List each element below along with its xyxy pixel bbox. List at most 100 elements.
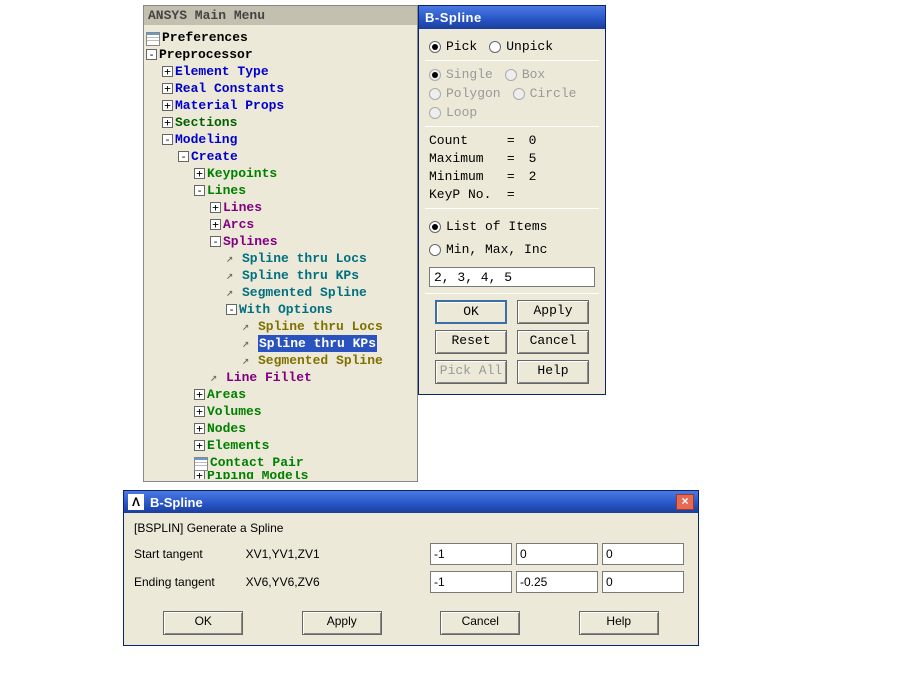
close-icon[interactable]: × bbox=[676, 494, 694, 510]
action-arrow-icon: ↗ bbox=[226, 253, 240, 265]
tree-item[interactable]: Preferences bbox=[146, 29, 415, 46]
help-button[interactable]: Help bbox=[517, 360, 589, 384]
form-command-label: [BSPLIN] Generate a Spline bbox=[134, 521, 688, 535]
tree-item[interactable]: -Preprocessor bbox=[146, 46, 415, 63]
tree-item[interactable]: +Element Type bbox=[146, 63, 415, 80]
tangent-input[interactable] bbox=[516, 571, 598, 593]
tree-item-label: Modeling bbox=[175, 131, 237, 148]
radio-dot-icon bbox=[429, 221, 441, 233]
expand-icon[interactable]: + bbox=[194, 440, 205, 451]
expand-icon[interactable]: + bbox=[162, 100, 173, 111]
stat-maximum: Maximum = 5 bbox=[429, 151, 595, 166]
stat-keypno-label: KeyP No. bbox=[429, 187, 499, 202]
bspline-pick-dialog: B-Spline Pick Unpick Single Box bbox=[418, 5, 606, 395]
form-row-vars: XV6,YV6,ZV6 bbox=[246, 575, 430, 589]
tree-item-label: Spline thru KPs bbox=[258, 335, 377, 352]
collapse-icon[interactable]: - bbox=[178, 151, 189, 162]
collapse-icon[interactable]: - bbox=[194, 185, 205, 196]
pick-buttons-row-3: Pick All Help bbox=[429, 360, 595, 384]
ok-button[interactable]: OK bbox=[435, 300, 507, 324]
tree-item-label: Preferences bbox=[162, 29, 248, 46]
tree-item[interactable]: +Sections bbox=[146, 114, 415, 131]
pick-list-input[interactable] bbox=[429, 267, 595, 287]
tree-item[interactable]: -Splines bbox=[146, 233, 415, 250]
form-row: Start tangentXV1,YV1,ZV1 bbox=[134, 543, 688, 565]
tree-item[interactable]: ↗Segmented Spline bbox=[146, 352, 415, 369]
tree-item-label: Create bbox=[191, 148, 238, 165]
collapse-icon[interactable]: - bbox=[146, 49, 157, 60]
tree-item[interactable]: +Real Constants bbox=[146, 80, 415, 97]
apply-button[interactable]: Apply bbox=[517, 300, 589, 324]
tree-item[interactable]: ↗Segmented Spline bbox=[146, 284, 415, 301]
tree-item[interactable]: Contact Pair bbox=[146, 454, 415, 471]
radio-loop-label: Loop bbox=[446, 105, 477, 120]
tangent-input[interactable] bbox=[602, 543, 684, 565]
radio-list-label: List of Items bbox=[446, 219, 547, 234]
tree-title-bar: ANSYS Main Menu bbox=[144, 6, 417, 25]
tree-item[interactable]: ↗Spline thru Locs bbox=[146, 318, 415, 335]
tree-body: Preferences-Preprocessor+Element Type+Re… bbox=[144, 25, 417, 481]
expand-icon[interactable]: + bbox=[162, 83, 173, 94]
collapse-icon[interactable]: - bbox=[226, 304, 237, 315]
expand-icon[interactable]: + bbox=[194, 471, 205, 479]
radio-dot-icon bbox=[513, 88, 525, 100]
cancel-button[interactable]: Cancel bbox=[517, 330, 589, 354]
help-button[interactable]: Help bbox=[579, 611, 659, 635]
tree-item-label: Piping Models bbox=[207, 471, 308, 479]
form-row-label: Ending tangent bbox=[134, 575, 246, 589]
expand-icon[interactable]: + bbox=[210, 202, 221, 213]
ansys-app-icon: Λ bbox=[128, 494, 144, 510]
radio-list-of-items[interactable]: List of Items bbox=[429, 219, 547, 234]
radio-circle: Circle bbox=[513, 86, 577, 101]
ok-button[interactable]: OK bbox=[163, 611, 243, 635]
tree-item[interactable]: +Arcs bbox=[146, 216, 415, 233]
tree-item[interactable]: +Areas bbox=[146, 386, 415, 403]
action-arrow-icon: ↗ bbox=[226, 287, 240, 299]
expand-icon[interactable]: + bbox=[210, 219, 221, 230]
tree-item[interactable]: +Lines bbox=[146, 199, 415, 216]
radio-min-max-inc[interactable]: Min, Max, Inc bbox=[429, 242, 547, 257]
tree-item[interactable]: ↗Line Fillet bbox=[146, 369, 415, 386]
expand-icon[interactable]: + bbox=[194, 168, 205, 179]
apply-button[interactable]: Apply bbox=[302, 611, 382, 635]
collapse-icon[interactable]: - bbox=[210, 236, 221, 247]
tree-item[interactable]: +Volumes bbox=[146, 403, 415, 420]
tree-item[interactable]: +Material Props bbox=[146, 97, 415, 114]
expand-icon[interactable]: + bbox=[194, 406, 205, 417]
tangent-input[interactable] bbox=[516, 543, 598, 565]
tree-item[interactable]: ↗Spline thru KPs bbox=[146, 267, 415, 284]
tree-item[interactable]: -With Options bbox=[146, 301, 415, 318]
radio-unpick[interactable]: Unpick bbox=[489, 39, 553, 54]
reset-button[interactable]: Reset bbox=[435, 330, 507, 354]
tree-item[interactable]: -Modeling bbox=[146, 131, 415, 148]
radio-dot-icon bbox=[429, 107, 441, 119]
tree-item[interactable]: +Elements bbox=[146, 437, 415, 454]
radio-dot-icon bbox=[429, 69, 441, 81]
radio-pick[interactable]: Pick bbox=[429, 39, 477, 54]
pick-all-button[interactable]: Pick All bbox=[435, 360, 507, 384]
tree-item[interactable]: -Create bbox=[146, 148, 415, 165]
action-arrow-icon: ↗ bbox=[242, 321, 256, 333]
action-arrow-icon: ↗ bbox=[242, 355, 256, 367]
tree-item[interactable]: +Keypoints bbox=[146, 165, 415, 182]
tangent-input[interactable] bbox=[430, 543, 512, 565]
tree-item-label: Keypoints bbox=[207, 165, 277, 182]
tangent-input[interactable] bbox=[602, 571, 684, 593]
tree-item-label: Real Constants bbox=[175, 80, 284, 97]
expand-icon[interactable]: + bbox=[194, 423, 205, 434]
collapse-icon[interactable]: - bbox=[162, 134, 173, 145]
stat-count: Count = 0 bbox=[429, 133, 595, 148]
tree-item-label: Lines bbox=[223, 199, 262, 216]
tree-item[interactable]: ↗Spline thru KPs bbox=[146, 335, 415, 352]
expand-icon[interactable]: + bbox=[162, 66, 173, 77]
tangent-input[interactable] bbox=[430, 571, 512, 593]
tree-item-label: Spline thru Locs bbox=[242, 250, 367, 267]
tree-item[interactable]: -Lines bbox=[146, 182, 415, 199]
expand-icon[interactable]: + bbox=[194, 389, 205, 400]
tree-item[interactable]: +Nodes bbox=[146, 420, 415, 437]
tree-item[interactable]: ↗Spline thru Locs bbox=[146, 250, 415, 267]
expand-icon[interactable]: + bbox=[162, 117, 173, 128]
tree-item-label: Lines bbox=[207, 182, 246, 199]
tree-item[interactable]: +Piping Models bbox=[146, 471, 415, 479]
cancel-button[interactable]: Cancel bbox=[440, 611, 520, 635]
